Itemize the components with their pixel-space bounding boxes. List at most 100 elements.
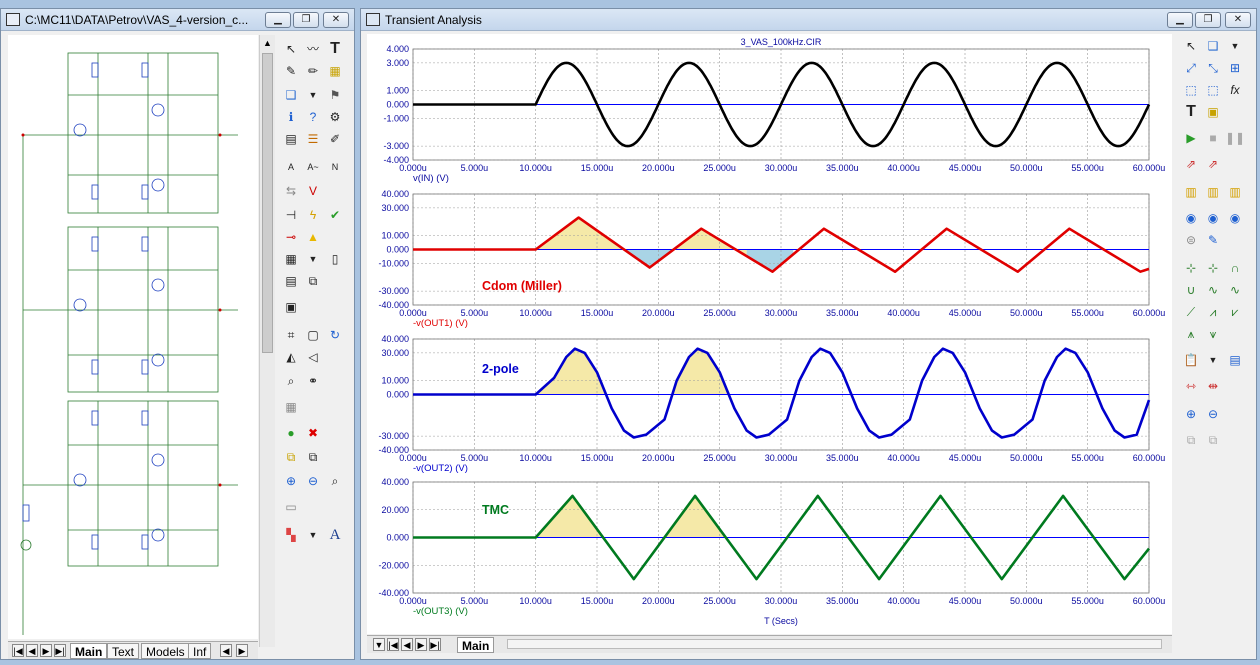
mirror-icon[interactable]: ◭	[281, 347, 301, 367]
tab-main[interactable]: Main	[457, 637, 495, 653]
pause-icon[interactable]: ❚❚	[1225, 128, 1245, 148]
plot-area[interactable]: 3_VAS_100kHz.CIR 4.000 3.000 1.000 0.000 -1.0…	[367, 34, 1172, 634]
cursor-right-icon[interactable]: ◉	[1203, 208, 1223, 228]
tab-dropdown-button[interactable]: ▼	[373, 638, 385, 651]
draw-wire-icon[interactable]: ✎	[281, 61, 301, 81]
restore-button[interactable]: ❐	[293, 12, 319, 28]
palette-dropdown-icon[interactable]: ▼	[303, 525, 323, 545]
zoom-out-icon[interactable]: ⊖	[1203, 404, 1223, 424]
check-icon[interactable]: ✔	[325, 205, 345, 225]
tab-scroll-left[interactable]: ◀	[220, 644, 232, 657]
dropdown-icon[interactable]: ▼	[303, 85, 323, 105]
text-tool-icon[interactable]: T	[325, 39, 345, 59]
list-icon[interactable]: ☰	[303, 129, 323, 149]
color-palette-icon[interactable]: ▚	[281, 525, 301, 545]
grid-icon[interactable]: ▦	[281, 249, 301, 269]
layers-icon[interactable]: ⧉	[303, 271, 323, 291]
copy-plot-icon[interactable]: ❑	[1203, 36, 1223, 56]
next-valley-icon[interactable]: ⊹	[1203, 258, 1223, 278]
box-icon[interactable]: ▢	[303, 325, 323, 345]
tab-main[interactable]: Main	[70, 643, 108, 659]
global-high-icon[interactable]: ∿	[1225, 280, 1245, 300]
mark-icon[interactable]: ⩚	[1181, 324, 1201, 344]
clipboard-dropdown-icon[interactable]: ▼	[1203, 350, 1223, 370]
first-page-button[interactable]: |◀	[12, 644, 24, 657]
slope-icon[interactable]: ⟋	[1181, 302, 1201, 322]
stop-icon[interactable]: ■	[1203, 128, 1223, 148]
voltage-probe-icon[interactable]: V	[303, 181, 323, 201]
transient-plot[interactable]: 3_VAS_100kHz.CIR 4.000 3.000 1.000 0.000 -1.0…	[367, 34, 1172, 634]
zoom-in-icon[interactable]: ⊕	[281, 471, 301, 491]
tab-inf[interactable]: Inf	[188, 643, 212, 659]
step-icon[interactable]: ⇗	[1181, 154, 1201, 174]
tab-scroll-right[interactable]: ▶	[236, 644, 248, 657]
high-icon[interactable]: ∩	[1225, 258, 1245, 278]
clipboard-icon[interactable]: 📋	[1181, 350, 1201, 370]
flip-icon[interactable]: ◁	[303, 347, 323, 367]
horizontal-tag-icon[interactable]: ⬚	[1203, 80, 1223, 100]
copy-disabled-icon[interactable]: ⧉	[1181, 430, 1201, 450]
horizontal-scrollbar[interactable]	[507, 639, 1162, 649]
copy-icon[interactable]: ⧉	[281, 447, 301, 467]
component-icon[interactable]: ❑	[281, 85, 301, 105]
last-page-button[interactable]: ▶|	[54, 644, 66, 657]
cursor-left-icon[interactable]: ◉	[1181, 208, 1201, 228]
prev-page-button[interactable]: ◀	[26, 644, 38, 657]
top-icon[interactable]: ⩗	[1225, 302, 1245, 322]
edit-icon[interactable]: ✎	[1203, 230, 1223, 250]
minimize-button[interactable]: ▁	[1167, 12, 1193, 28]
link-icon[interactable]: ⚙	[325, 107, 345, 127]
properties-icon[interactable]: ▣	[1203, 102, 1223, 122]
show-nodes-icon[interactable]: N	[325, 157, 345, 177]
show-values-icon[interactable]: A~	[303, 157, 323, 177]
bus-icon[interactable]: ▦	[325, 61, 345, 81]
next-page-button[interactable]: ▶	[415, 638, 427, 651]
pen-icon[interactable]: ✏	[303, 61, 323, 81]
paste-icon[interactable]: ⧉	[303, 447, 323, 467]
table-icon[interactable]: ▤	[1225, 350, 1245, 370]
wire-icon[interactable]: 〰	[303, 39, 323, 59]
flag-icon[interactable]: ⚑	[325, 85, 345, 105]
stop-icon[interactable]: ✖	[303, 423, 323, 443]
tab-text[interactable]: Text	[107, 643, 140, 659]
zoom-out-icon[interactable]: ⊖	[303, 471, 323, 491]
warning-icon[interactable]: ▲	[303, 227, 323, 247]
series-line-2[interactable]	[413, 347, 1151, 439]
properties-icon[interactable]: ▣	[281, 297, 301, 317]
zoom-fit-icon[interactable]: ⌕	[325, 471, 345, 491]
data-points-icon[interactable]: ⊞	[1225, 58, 1245, 78]
scroll-thumb[interactable]	[262, 53, 273, 353]
find-icon[interactable]: ⌕	[281, 371, 301, 391]
minimize-button[interactable]: ▁	[265, 12, 291, 28]
inflection-icon[interactable]: ∿	[1203, 280, 1223, 300]
lightning-icon[interactable]: ϟ	[303, 205, 323, 225]
select-arrow-icon[interactable]: ↖	[1181, 36, 1201, 56]
mark-all-icon[interactable]: ⩛	[1203, 324, 1223, 344]
scale-icon[interactable]: ⤢	[1181, 58, 1201, 78]
run-icon[interactable]: ▶	[1181, 128, 1201, 148]
calc-icon[interactable]: ▦	[281, 397, 301, 417]
span-icon[interactable]: ⇹	[1203, 376, 1223, 396]
formula-icon[interactable]: fx	[1225, 80, 1245, 100]
page-icon[interactable]: ▯	[325, 249, 345, 269]
schematic-titlebar[interactable]: C:\MC11\DATA\Petrov\VAS_4-version_c... ▁…	[1, 9, 354, 31]
pin-icon[interactable]: ⇆	[281, 181, 301, 201]
valley-icon[interactable]: ▥	[1225, 182, 1245, 202]
prev-page-button[interactable]: ◀	[401, 638, 413, 651]
schematic-vertical-scrollbar[interactable]: ▲	[259, 35, 275, 647]
transient-titlebar[interactable]: Transient Analysis ▁ ❐ ✕	[361, 9, 1256, 31]
grid-settings-icon[interactable]: ▤	[281, 129, 301, 149]
cursor-mode-icon[interactable]: ▥	[1181, 182, 1201, 202]
restore-button[interactable]: ❐	[1195, 12, 1221, 28]
select-arrow-icon[interactable]: ↖	[281, 39, 301, 59]
text-tool-icon[interactable]: T	[1181, 102, 1201, 122]
binoculars-icon[interactable]: ⚭	[303, 371, 323, 391]
node-icon[interactable]: ⊸	[281, 227, 301, 247]
rotate-icon[interactable]: ↻	[325, 325, 345, 345]
show-text-icon[interactable]: A	[281, 157, 301, 177]
next-peak-icon[interactable]: ⊹	[1181, 258, 1201, 278]
close-button[interactable]: ✕	[1225, 12, 1251, 28]
cursor-find-icon[interactable]: ◉	[1225, 208, 1245, 228]
step-back-icon[interactable]: ⇗	[1203, 154, 1223, 174]
bottom-icon[interactable]: ⩘	[1203, 302, 1223, 322]
